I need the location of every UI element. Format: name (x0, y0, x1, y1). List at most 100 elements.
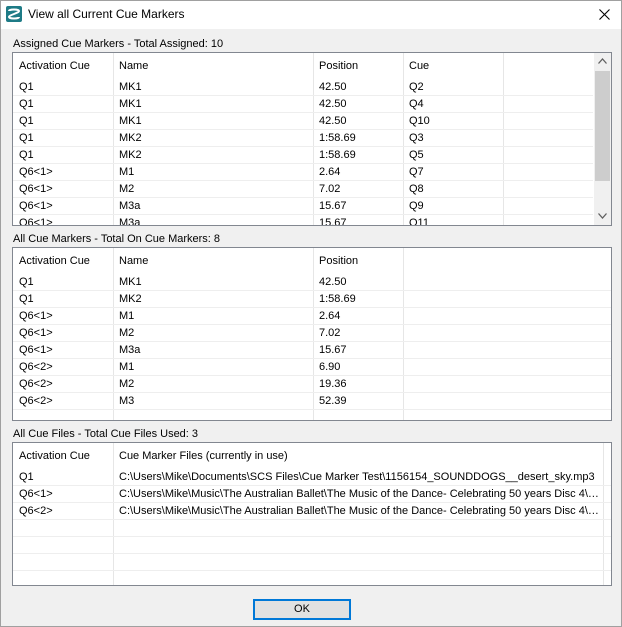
table-row[interactable]: Q1 MK2 1:58.69 Q3 (13, 130, 611, 147)
table-cell: MK1 (119, 81, 142, 93)
close-button[interactable] (587, 1, 621, 29)
ok-button[interactable]: OK (253, 599, 351, 620)
table-cell: Q6<1> (19, 344, 53, 356)
table-cell: MK1 (119, 115, 142, 127)
table-row[interactable]: Q1 MK1 42.50 Q4 (13, 96, 611, 113)
table-cell: M2 (119, 327, 135, 339)
table-cell: Q7 (409, 166, 424, 178)
column-header[interactable]: Position (313, 55, 403, 77)
table-cell: 2.64 (319, 166, 341, 178)
header-row: Activation Cue Cue Marker Files (currentl… (13, 445, 611, 467)
table-cell: 15.67 (319, 344, 347, 356)
table-cell: C:\Users\Mike\Music\The Australian Balle… (119, 488, 601, 500)
table-cell: Q3 (409, 132, 424, 144)
table-cell: 2.64 (319, 310, 341, 322)
markers-section-label: All Cue Markers - Total On Cue Markers: … (13, 233, 221, 245)
table-cell: Q1 (19, 149, 34, 161)
window-title: View all Current Cue Markers (28, 7, 185, 21)
row-divider (13, 214, 593, 215)
table-row[interactable]: Q6<1> M3a 15.67 Q9 (13, 198, 611, 215)
table-cell: M1 (119, 361, 135, 373)
column-header[interactable]: Position (313, 250, 403, 272)
table-cell: Q8 (409, 183, 424, 195)
table-cell: Q1 (19, 471, 34, 483)
row-divider (13, 290, 611, 291)
table-row[interactable]: Q6<2> M1 6.90 (13, 359, 611, 376)
table-cell: 6.90 (319, 361, 341, 373)
table-row[interactable]: Q6<1> M1 2.64 Q7 (13, 164, 611, 181)
table-cell: 19.36 (319, 378, 347, 390)
table-cell: Q11 (409, 217, 429, 226)
column-header[interactable]: Name (113, 250, 313, 272)
table-row[interactable]: Q6<1> M2 7.02 (13, 325, 611, 342)
column-header[interactable]: Activation Cue (13, 445, 113, 467)
table-cell: Q6<1> (19, 200, 53, 212)
table-cell: Q6<2> (19, 395, 53, 407)
column-header[interactable]: Cue (403, 55, 503, 77)
assigned-cue-markers-list[interactable]: Activation Cue Name Position Cue Q1 MK1 42.50 Q… (12, 52, 612, 226)
table-row[interactable]: Q1 MK1 42.50 (13, 274, 611, 291)
table-cell: MK1 (119, 276, 142, 288)
row-divider (13, 392, 611, 393)
table-row[interactable]: Q6<1> M1 2.64 (13, 308, 611, 325)
table-cell: Q9 (409, 200, 424, 212)
table-cell: 42.50 (319, 115, 347, 127)
table-cell: Q1 (19, 276, 34, 288)
table-cell: 52.39 (319, 395, 347, 407)
table-row[interactable]: Q1 MK1 42.50 Q10 (13, 113, 611, 130)
column-header[interactable]: Name (113, 55, 313, 77)
table-cell: Q5 (409, 149, 424, 161)
row-divider (13, 180, 593, 181)
row-divider (13, 409, 611, 410)
table-cell: Q6<1> (19, 166, 53, 178)
table-row[interactable]: Q6<2> M3 52.39 (13, 393, 611, 410)
assigned-section-label: Assigned Cue Markers - Total Assigned: 1… (13, 38, 224, 50)
table-cell: Q1 (19, 293, 34, 305)
table-row[interactable]: Q1 MK2 1:58.69 (13, 291, 611, 308)
table-cell: Q1 (19, 81, 34, 93)
row-divider (13, 570, 611, 571)
scroll-up-button[interactable] (594, 53, 611, 70)
chevron-down-icon (598, 213, 607, 219)
table-cell: Q2 (409, 81, 424, 93)
all-cue-files-list[interactable]: Activation Cue Cue Marker Files (currentl… (12, 442, 612, 586)
column-header[interactable]: Cue Marker Files (currently in use) (113, 445, 601, 467)
table-row[interactable]: Q6<2> M2 19.36 (13, 376, 611, 393)
header-row: Activation Cue Name Position Cue (13, 55, 611, 77)
table-cell: 1:58.69 (319, 132, 356, 144)
table-cell: 15.67 (319, 200, 347, 212)
scrollbar-thumb[interactable] (595, 71, 610, 181)
row-divider (13, 112, 593, 113)
table-cell: MK2 (119, 293, 142, 305)
row-divider (13, 358, 611, 359)
table-row[interactable]: Q1 MK1 42.50 Q2 (13, 79, 611, 96)
table-cell: 7.02 (319, 183, 341, 195)
table-row[interactable]: Q6<2> C:\Users\Mike\Music\The Australian … (13, 503, 611, 520)
table-row[interactable]: Q1 C:\Users\Mike\Documents\SCS Files\Cue … (13, 469, 611, 486)
table-cell: Q1 (19, 98, 34, 110)
row-divider (13, 197, 593, 198)
title-bar[interactable]: View all Current Cue Markers (1, 1, 621, 29)
row-divider (13, 324, 611, 325)
row-divider (13, 129, 593, 130)
dialog-window: View all Current Cue Markers Assigned Cu… (0, 0, 622, 627)
table-cell: Q6<1> (19, 310, 53, 322)
table-cell: M3a (119, 200, 141, 212)
column-header[interactable]: Activation Cue (13, 55, 113, 77)
table-row[interactable]: Q6<1> M2 7.02 Q8 (13, 181, 611, 198)
row-divider (13, 146, 593, 147)
row-divider (13, 485, 611, 486)
table-row[interactable]: Q1 MK2 1:58.69 Q5 (13, 147, 611, 164)
table-row[interactable]: Q6<1> M3a 15.67 (13, 342, 611, 359)
table-row[interactable]: Q6<1> M3a 15.67 Q11 (13, 215, 611, 226)
row-divider (13, 553, 611, 554)
column-header[interactable]: Activation Cue (13, 250, 113, 272)
table-row[interactable]: Q6<1> C:\Users\Mike\Music\The Australian … (13, 486, 611, 503)
all-cue-markers-list[interactable]: Activation Cue Name Position Q1 MK1 42.50 Q1 MK… (12, 247, 612, 421)
row-divider (13, 307, 611, 308)
vertical-scrollbar[interactable] (594, 53, 611, 225)
row-divider (13, 95, 593, 96)
table-cell: 15.67 (319, 217, 347, 226)
scroll-down-button[interactable] (594, 208, 611, 225)
table-cell: 1:58.69 (319, 293, 356, 305)
